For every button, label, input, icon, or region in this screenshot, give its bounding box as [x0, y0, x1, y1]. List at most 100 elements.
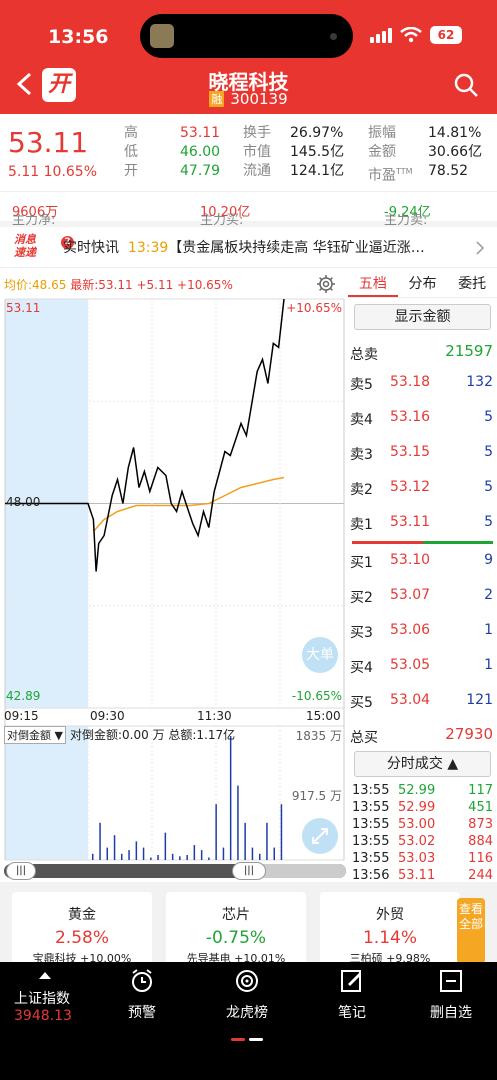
trade-volume: 244: [468, 868, 493, 883]
total-buy-label: 总买: [350, 730, 378, 746]
news-logo: 消息 速递 2: [14, 233, 74, 259]
bottom-toolbar: 上证指数 3948.13 预警 龙虎榜 笔记 删自选: [0, 962, 497, 1080]
bid-volume: 9: [484, 552, 493, 568]
volume-summary: 对倒金额:0.00 万 总额:1.17亿: [70, 728, 236, 742]
notes-label: 笔记: [338, 1005, 366, 1021]
ask-price: 53.18: [390, 374, 431, 390]
float-cap-value: 124.1亿: [290, 163, 345, 179]
battery-icon: 62: [430, 26, 462, 44]
ask-row[interactable]: 卖1 53.11 5: [348, 506, 497, 541]
ask-volume: 5: [484, 444, 493, 460]
ask-level-label: 卖1: [350, 517, 373, 533]
bid-level-label: 买2: [350, 590, 373, 606]
remove-watchlist-button[interactable]: 删自选: [430, 968, 472, 1022]
notes-button[interactable]: 笔记: [338, 968, 366, 1022]
news-ticker[interactable]: 消息 速递 2 实时快讯 13:39【贵金属板块持续走高 华钰矿业逼近涨…: [0, 228, 497, 268]
back-arrow-icon[interactable]: [14, 70, 34, 105]
dragon-tiger-button[interactable]: 龙虎榜: [226, 968, 268, 1022]
volume-bar: [259, 853, 261, 860]
ask-price: 53.12: [390, 479, 431, 495]
trade-row: 13:55 53.03 116: [348, 851, 497, 868]
alert-button[interactable]: 预警: [128, 968, 156, 1022]
book-tabs: 五档 分布 委托: [348, 270, 497, 298]
volume-bar: [121, 853, 123, 860]
ask-row[interactable]: 卖5 53.18 132: [348, 366, 497, 401]
trade-time: 13:55: [352, 800, 390, 815]
ask-level-label: 卖3: [350, 447, 373, 463]
volume-bar: [99, 822, 101, 860]
sector-card-chips[interactable]: 芯片 -0.75% 先导基电 +10.01%: [166, 892, 306, 965]
volume-bar: [150, 857, 152, 860]
volume-bar: [222, 847, 225, 860]
ask-volume: 5: [484, 409, 493, 425]
ask-volume: 132: [466, 374, 493, 390]
price-chart-canvas: [4, 298, 345, 861]
open-label: 开: [124, 163, 138, 179]
bid-row[interactable]: 买4 53.05 1: [348, 649, 497, 684]
bid-price: 53.06: [390, 622, 431, 638]
index-ticker[interactable]: 上证指数 3948.13: [14, 968, 72, 1024]
news-text: 【贵金属板块持续走高 华钰矿业逼近涨…: [168, 240, 425, 256]
tab-five-levels[interactable]: 五档: [348, 270, 398, 297]
dragon-tiger-label: 龙虎榜: [226, 1005, 268, 1021]
main-force-flow[interactable]: 主力净: 9606万 主力买: 10.20亿 主力卖: -9.24亿: [0, 193, 497, 228]
tab-distribution[interactable]: 分布: [398, 270, 448, 297]
chart-range-scroller[interactable]: ||| |||: [0, 862, 348, 882]
volume-indicator-select[interactable]: 对倒金额 ▼: [4, 726, 66, 744]
scroller-left-handle[interactable]: |||: [6, 862, 36, 880]
trade-row: 13:55 53.02 884: [348, 834, 497, 851]
news-logo-bottom: 速递: [14, 246, 36, 259]
y-top-pct: +10.65%: [286, 301, 342, 315]
status-bar: 13:56 62: [0, 0, 497, 62]
sector-card-gold[interactable]: 黄金 2.58% 宝鼎科技 +10.00%: [12, 892, 152, 965]
intraday-trades-button[interactable]: 分时成交 ▲: [354, 751, 491, 777]
ask-row[interactable]: 卖2 53.12 5: [348, 471, 497, 506]
intraday-chart[interactable]: 均价:48.65 最新:53.11 +5.11 +10.65% 53.11 +1…: [0, 270, 348, 870]
bid-row[interactable]: 买2 53.07 2: [348, 579, 497, 614]
margin-badge: 融: [209, 91, 225, 107]
scroller-right-handle[interactable]: |||: [232, 862, 266, 880]
current-price: 53.11: [8, 126, 89, 159]
bid-row[interactable]: 买3 53.06 1: [348, 614, 497, 649]
trade-price: 53.02: [398, 834, 436, 849]
open-account-button[interactable]: 开: [42, 68, 76, 102]
open-value: 47.79: [180, 163, 221, 179]
signal-icon: [370, 27, 392, 43]
volume-bar: [193, 845, 196, 860]
change-percent: 10.65%: [43, 164, 98, 180]
big-order-button[interactable]: 大单: [302, 637, 338, 673]
caret-up-icon: [14, 968, 72, 982]
volume-bar: [244, 822, 246, 860]
sector-card-trade[interactable]: 外贸 1.14% 三柏硕 +9.98%: [320, 892, 460, 965]
trade-row: 13:55 52.99 117: [348, 783, 497, 800]
remove-watchlist-label: 删自选: [430, 1005, 472, 1021]
trade-volume: 116: [468, 851, 493, 866]
see-all-button[interactable]: 查看全部: [457, 898, 485, 964]
stock-header: 晓程科技 融 300139 开: [0, 62, 497, 114]
trade-price: 53.00: [398, 817, 436, 832]
sector-change: 1.14%: [362, 928, 417, 948]
market-cap-value: 145.5亿: [290, 144, 345, 160]
total-buy-value: 27930: [445, 725, 493, 743]
page-indicator: [231, 1038, 263, 1041]
volume-max-label: 1835 万: [295, 729, 342, 743]
search-icon[interactable]: [453, 72, 479, 98]
news-time: 13:39: [127, 240, 169, 256]
y-bottom-price: 42.89: [6, 689, 41, 703]
sector-change: 2.58%: [54, 928, 109, 948]
ask-row[interactable]: 卖3 53.15 5: [348, 436, 497, 471]
change-amount: 5.11: [8, 164, 40, 180]
total-sell-value: 21597: [445, 342, 493, 360]
fullscreen-expand-icon[interactable]: [302, 818, 338, 854]
news-label: 实时快讯: [63, 240, 119, 256]
tab-orders[interactable]: 委托: [447, 270, 497, 297]
float-cap-label: 流通: [243, 163, 271, 179]
low-label: 低: [124, 144, 138, 160]
bid-row[interactable]: 买1 53.10 9: [348, 544, 497, 579]
trade-price: 52.99: [398, 783, 436, 798]
ask-row[interactable]: 卖4 53.16 5: [348, 401, 497, 436]
volume-bar: [273, 847, 275, 860]
show-amount-button[interactable]: 显示金额: [354, 304, 491, 330]
time-label-1500: 15:00: [306, 709, 341, 723]
bid-row[interactable]: 买5 53.04 121: [348, 684, 497, 719]
